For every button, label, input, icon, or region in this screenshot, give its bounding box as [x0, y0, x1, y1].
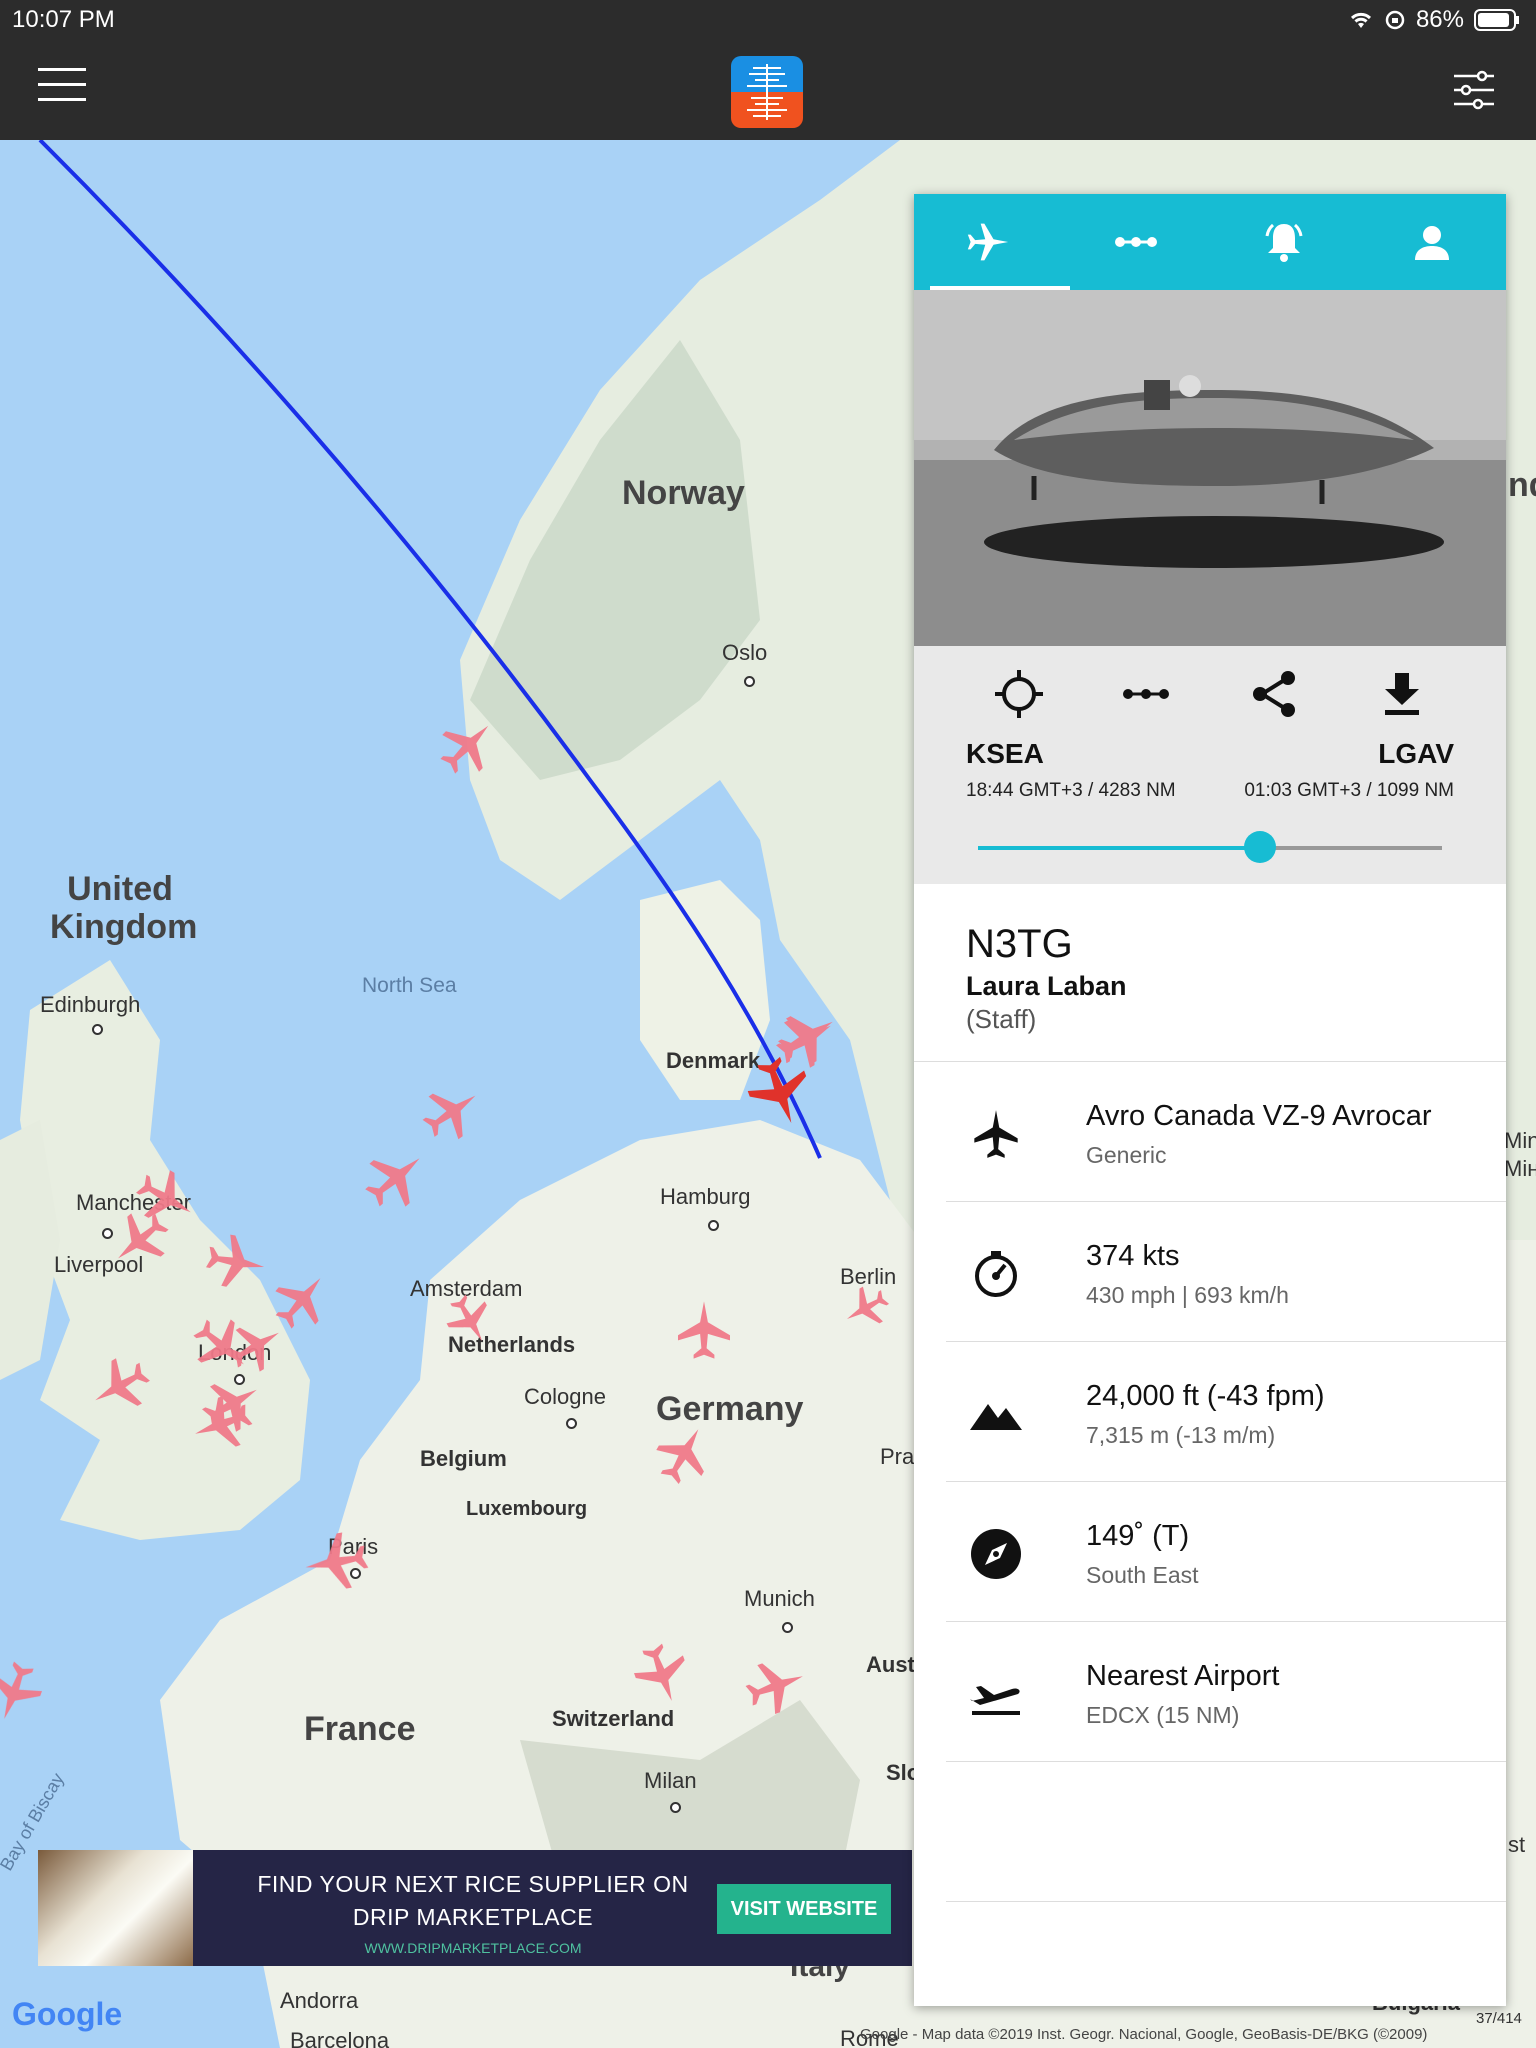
aircraft-marker[interactable]: [836, 1279, 896, 1337]
route-section: KSEA LGAV 18:44 GMT+3 / 4283 NM 01:03 GM…: [914, 646, 1506, 884]
aircraft-marker[interactable]: [627, 1638, 697, 1710]
empty-row: [946, 1762, 1506, 1902]
airplane-icon: [967, 223, 1009, 261]
ad-headline: FIND YOUR NEXT RICE SUPPLIER ON DRIP MAR…: [193, 1868, 753, 1934]
callsign: N3TG: [966, 922, 1073, 966]
heading: 149˚ (T): [1086, 1520, 1190, 1552]
selected-aircraft-marker[interactable]: [740, 1050, 820, 1134]
speed-row: 374 kts 430 mph | 693 km/h: [946, 1202, 1506, 1342]
ad-headline-line-2: DRIP MARKETPLACE: [352, 1904, 594, 1930]
bell-alert-icon: [1265, 223, 1303, 262]
compass-icon: [968, 1526, 1024, 1582]
aircraft-marker[interactable]: [263, 1261, 341, 1339]
flight-progress-knob[interactable]: [1243, 831, 1276, 863]
origin-airport-code: KSEA: [966, 738, 1044, 769]
flight-progress-bar: [978, 831, 1442, 863]
route-actions: [914, 666, 1506, 726]
status-indicators: 86%: [1348, 6, 1520, 34]
status-time: 10:07 PM: [12, 6, 115, 33]
ad-banner[interactable]: FIND YOUR NEXT RICE SUPPLIER ON DRIP MAR…: [38, 1850, 912, 1966]
aircraft-marker[interactable]: [186, 1389, 258, 1459]
altitude-row: 24,000 ft (-43 fpm) 7,315 m (-13 m/m): [946, 1342, 1506, 1482]
heading-row: 149˚ (T) South East: [946, 1482, 1506, 1622]
altitude-metric: 7,315 m (-13 m/m): [1086, 1422, 1276, 1448]
speed-conversions: 430 mph | 693 km/h: [1086, 1282, 1289, 1308]
aircraft-category: Generic: [1086, 1142, 1167, 1168]
battery-percent: 86%: [1415, 6, 1464, 33]
aircraft-marker[interactable]: [429, 707, 507, 785]
ad-url: WWW.DRIPMARKETPLACE.COM: [364, 1940, 582, 1956]
origin-time-distance: 18:44 GMT+3 / 4283 NM: [966, 780, 1176, 801]
aircraft-marker[interactable]: [438, 1288, 502, 1352]
aircraft-marker[interactable]: [768, 1003, 844, 1077]
tab-profile[interactable]: [1358, 194, 1506, 290]
share-icon[interactable]: [1246, 666, 1302, 722]
battery-icon: [1474, 9, 1519, 31]
flight-details-panel: KSEA LGAV 18:44 GMT+3 / 4283 NM 01:03 GM…: [914, 194, 1506, 2006]
aircraft-marker[interactable]: [203, 1231, 269, 1293]
google-logo: Google: [12, 1996, 123, 2032]
destination-airport-code: LGAV: [1378, 738, 1454, 769]
map-attribution-text: Map data ©2019 Inst. Geogr. Nacional, Go…: [921, 2026, 1428, 2043]
flight-progress-fill: [978, 846, 1260, 850]
pilot-name: Laura Laban: [966, 971, 1127, 1001]
ad-text: FIND YOUR NEXT RICE SUPPLIER ON DRIP MAR…: [193, 1850, 753, 1966]
mountains-icon: [968, 1386, 1024, 1442]
destination-time-distance: 01:03 GMT+3 / 1099 NM: [1244, 780, 1454, 801]
ground-speed: 374 kts: [1086, 1240, 1180, 1272]
aircraft-type-row[interactable]: Avro Canada VZ-9 Avrocar Generic: [946, 1062, 1506, 1202]
nearest-airport-label: Nearest Airport: [1086, 1660, 1280, 1692]
page-counter: 37/414: [1476, 2010, 1522, 2027]
hamburger-menu-icon[interactable]: [38, 68, 86, 104]
app-logo-icon: [731, 56, 803, 128]
aircraft-marker[interactable]: [740, 1651, 812, 1721]
map-attribution-prefix: Google: [860, 2026, 909, 2043]
aircraft-marker[interactable]: [647, 1416, 721, 1492]
aircraft-marker[interactable]: [82, 1349, 158, 1423]
aircraft-marker[interactable]: [128, 1161, 204, 1235]
panel-tab-bar: [914, 194, 1506, 290]
aircraft-marker[interactable]: [678, 1301, 730, 1359]
map-attribution: Google - Map data ©2019 Inst. Geogr. Nac…: [860, 2026, 1428, 2043]
speedometer-icon: [968, 1246, 1024, 1302]
ad-headline-line-1: FIND YOUR NEXT RICE SUPPLIER ON: [257, 1871, 689, 1897]
aircraft-marker[interactable]: [413, 1074, 491, 1150]
callsign-block: N3TG Laura Laban (Staff): [914, 884, 1506, 1062]
filter-sliders-icon[interactable]: [1452, 70, 1496, 110]
nearest-airport-value: EDCX (15 NM): [1086, 1702, 1240, 1728]
airplane-icon: [968, 1106, 1024, 1162]
visit-website-button[interactable]: VISIT WEBSITE: [717, 1884, 891, 1934]
route-dots-icon[interactable]: [1118, 666, 1174, 722]
rotation-lock-icon: [1385, 10, 1405, 30]
pilot-role: (Staff): [966, 1004, 1037, 1034]
status-bar: 10:07 PM 86%: [0, 0, 1536, 40]
aircraft-marker[interactable]: [354, 1136, 438, 1220]
aircraft-marker[interactable]: [0, 1656, 49, 1728]
aircraft-type: Avro Canada VZ-9 Avrocar: [1086, 1100, 1432, 1132]
download-icon[interactable]: [1374, 666, 1430, 722]
tab-route[interactable]: [1062, 194, 1210, 290]
tab-alerts[interactable]: [1210, 194, 1358, 290]
aircraft-marker[interactable]: [300, 1529, 372, 1595]
aircraft-photo[interactable]: [914, 290, 1506, 646]
locate-target-icon[interactable]: [991, 666, 1047, 722]
app-bar: [0, 40, 1536, 140]
aircraft-marker[interactable]: [101, 1201, 179, 1279]
altitude: 24,000 ft (-43 fpm): [1086, 1380, 1325, 1412]
takeoff-icon: [968, 1666, 1024, 1722]
route-dots-icon: [1115, 237, 1157, 247]
user-icon: [1415, 226, 1449, 260]
nearest-airport-row[interactable]: Nearest Airport EDCX (15 NM): [946, 1622, 1506, 1762]
ad-rice-image: [38, 1850, 193, 1966]
aircraft-marker[interactable]: [183, 1307, 261, 1385]
heading-direction: South East: [1086, 1562, 1199, 1588]
tab-flight[interactable]: [914, 194, 1062, 290]
wifi-icon: [1350, 12, 1371, 28]
